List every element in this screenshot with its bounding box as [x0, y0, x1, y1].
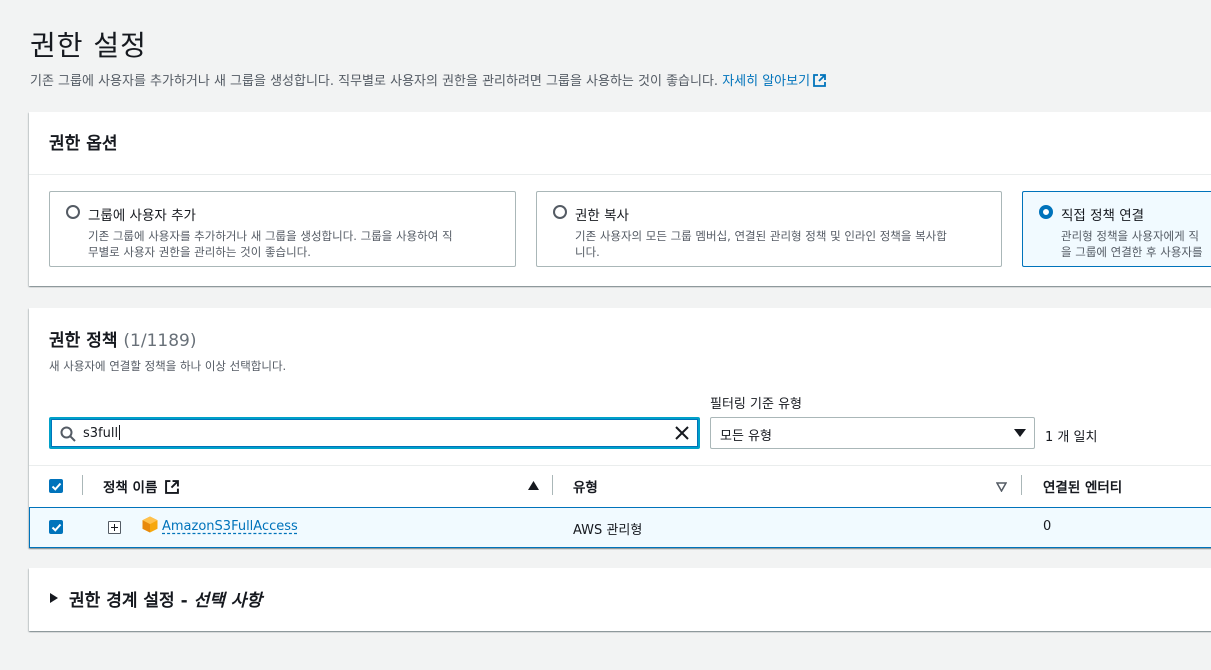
permissions-boundary-panel[interactable]: 권한 경계 설정 - 선택 사항 [29, 568, 1211, 631]
option-tile-copy-permissions[interactable]: 권한 복사 기존 사용자의 모든 그룹 멤버십, 연결된 관리형 정책 및 인라… [536, 191, 1002, 267]
caret-down-icon [1014, 429, 1026, 437]
select-all-checkbox[interactable] [49, 479, 63, 493]
policies-title: 권한 정책 (1/1189) [49, 326, 196, 351]
option-tile-attach-policies[interactable]: 직접 정책 연결 관리형 정책을 사용자에게 직 을 그룹에 연결한 후 사용자… [1022, 191, 1211, 267]
policy-type-cell: AWS 관리형 [573, 523, 643, 538]
row-checkbox[interactable] [49, 520, 63, 534]
policies-title-text: 권한 정책 [49, 331, 118, 351]
permission-options-title: 권한 옵션 [49, 134, 118, 154]
page-description: 기존 그룹에 사용자를 추가하거나 새 그룹을 생성합니다. 직무별로 사용자의… [30, 70, 826, 89]
option-label: 그룹에 사용자 추가 [88, 208, 196, 224]
policy-search-input[interactable]: s3full [49, 417, 700, 449]
clear-icon[interactable] [674, 425, 690, 441]
option-description: 관리형 정책을 사용자에게 직 을 그룹에 연결한 후 사용자를 [1061, 229, 1203, 259]
filter-type-select[interactable]: 모든 유형 [710, 417, 1035, 449]
table-top-divider [29, 465, 1211, 466]
policies-count: (1/1189) [123, 331, 197, 351]
column-header-label: 정책 이름 [103, 480, 158, 496]
permission-options-panel: 권한 옵션 그룹에 사용자 추가 기존 그룹에 사용자를 추가하거나 새 그룹을… [29, 112, 1211, 286]
filter-type-label: 필터링 기준 유형 [710, 397, 802, 412]
text-caret [119, 425, 121, 440]
sort-ascending-icon[interactable] [528, 481, 539, 491]
expand-row-icon[interactable] [108, 521, 121, 534]
option-label: 권한 복사 [575, 208, 629, 224]
policies-description: 새 사용자에 연결할 정책을 하나 이상 선택합니다. [49, 359, 287, 373]
match-count: 1 개 일치 [1045, 430, 1098, 445]
filter-type-value: 모든 유형 [720, 429, 772, 444]
radio-copy-permissions[interactable] [553, 205, 567, 219]
learn-more-label: 자세히 알아보기 [722, 74, 811, 89]
external-link-icon [165, 480, 179, 494]
column-header-policy-name[interactable]: 정책 이름 [103, 476, 179, 496]
boundary-optional-text: 선택 사항 [193, 591, 263, 611]
column-header-type[interactable]: 유형 [573, 476, 598, 496]
column-separator [552, 475, 553, 495]
learn-more-link[interactable]: 자세히 알아보기 [722, 74, 826, 89]
search-value: s3full [83, 425, 121, 441]
page-description-text: 기존 그룹에 사용자를 추가하거나 새 그룹을 생성합니다. 직무별로 사용자의… [30, 74, 719, 89]
caret-right-icon[interactable] [50, 593, 58, 603]
option-tile-add-to-group[interactable]: 그룹에 사용자 추가 기존 그룹에 사용자를 추가하거나 새 그룹을 생성합니다… [49, 191, 516, 267]
search-value-text: s3full [83, 426, 119, 441]
policy-name-link[interactable]: AmazonS3FullAccess [162, 519, 298, 534]
permission-policies-panel: 권한 정책 (1/1189) 새 사용자에 연결할 정책을 하나 이상 선택합니… [29, 308, 1211, 548]
divider [29, 174, 1211, 175]
permissions-boundary-title[interactable]: 권한 경계 설정 - 선택 사항 [69, 586, 262, 611]
attached-entities-cell: 0 [1043, 519, 1052, 534]
option-description: 기존 사용자의 모든 그룹 멤버십, 연결된 관리형 정책 및 인라인 정책을 … [575, 229, 947, 259]
aws-managed-policy-icon [142, 516, 158, 533]
column-separator [1021, 475, 1022, 495]
column-separator [82, 475, 83, 495]
search-icon [60, 426, 76, 442]
checkmark-icon [51, 523, 62, 532]
page-title: 권한 설정 [30, 29, 147, 62]
radio-attach-policies[interactable] [1039, 205, 1053, 219]
external-link-icon [813, 74, 826, 87]
radio-add-to-group[interactable] [66, 205, 80, 219]
column-header-attached-entities[interactable]: 연결된 엔터티 [1043, 476, 1122, 496]
checkmark-icon [51, 482, 62, 491]
option-description: 기존 그룹에 사용자를 추가하거나 새 그룹을 생성합니다. 그룹을 사용하여 … [88, 229, 453, 259]
boundary-title-text: 권한 경계 설정 - [69, 591, 188, 611]
sort-icon[interactable] [996, 482, 1007, 492]
option-label: 직접 정책 연결 [1061, 208, 1145, 224]
